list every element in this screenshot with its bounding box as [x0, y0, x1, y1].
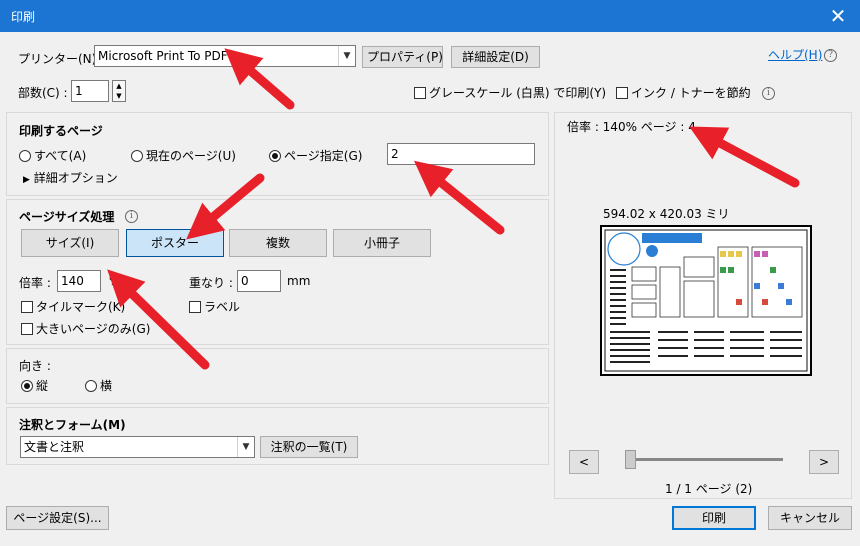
large-pages-label: 大きいページのみ(G) [36, 322, 151, 336]
pages-to-print-panel: 印刷するページ すべて(A) 現在のページ(U) ページ指定(G) 2 ▶ 詳細… [6, 112, 549, 196]
radio-icon [131, 150, 143, 162]
printer-select[interactable]: Microsoft Print To PDF ▼ [94, 45, 356, 67]
save-ink-label: インク / トナーを節約 [631, 86, 751, 100]
printer-label: プリンター(N) : [18, 52, 105, 66]
help-link[interactable]: ヘルプ(H) [768, 46, 822, 63]
booklet-button[interactable]: 小冊子 [333, 229, 431, 257]
radio-all-label: すべて(A) [34, 149, 87, 163]
pages-heading: 印刷するページ [19, 124, 103, 138]
print-button[interactable]: 印刷 [672, 506, 756, 530]
close-icon[interactable]: ✕ [824, 3, 852, 29]
radio-range-label: ページ指定(G) [284, 149, 363, 163]
radio-selected-icon [269, 150, 281, 162]
radio-current-page[interactable]: 現在のページ(U) [131, 147, 236, 164]
comments-select[interactable]: 文書と注釈 ▼ [20, 436, 255, 458]
radio-icon [19, 150, 31, 162]
radio-all[interactable]: すべて(A) [19, 147, 86, 164]
page-slider-track[interactable] [625, 458, 783, 461]
radio-selected-icon [21, 380, 33, 392]
checkbox-icon [21, 323, 33, 335]
next-page-button[interactable]: > [809, 450, 839, 474]
radio-icon [85, 380, 97, 392]
scale-unit: % [109, 274, 121, 288]
comments-select-value: 文書と注釈 [24, 440, 85, 454]
checkbox-icon [414, 87, 426, 99]
info-icon[interactable]: i [762, 84, 775, 100]
checkbox-icon [189, 301, 201, 313]
page-range-input[interactable]: 2 [387, 143, 535, 165]
save-ink-checkbox[interactable]: インク / トナーを節約 [616, 84, 751, 101]
stepper-up-icon[interactable]: ▲ [113, 81, 125, 91]
comments-heading: 注釈とフォーム(M) [19, 418, 126, 432]
orientation-heading: 向き : [19, 359, 51, 373]
preview-scale-info: 倍率 : 140% ページ : 4 [567, 120, 696, 134]
multiple-button[interactable]: 複数 [229, 229, 327, 257]
more-options-label: 詳細オプション [33, 171, 118, 185]
info-icon[interactable]: i [125, 207, 138, 223]
page-preview [600, 225, 812, 376]
comments-panel: 注釈とフォーム(M) 文書と注釈 ▼ 注釈の一覧(T) [6, 407, 549, 465]
title-bar: 印刷 ✕ [0, 0, 860, 32]
preview-panel: 倍率 : 140% ページ : 4 594.02 x 420.03 ミリ < >… [554, 112, 852, 499]
chevron-down-icon: ▼ [237, 437, 254, 457]
printer-select-value: Microsoft Print To PDF [98, 49, 228, 63]
page-sizing-panel: ページサイズ処理 i サイズ(I) ポスター 複数 小冊子 倍率 : 140 %… [6, 199, 549, 345]
floor-plan-thumbnail [604, 229, 808, 372]
advanced-button[interactable]: 詳細設定(D) [451, 46, 540, 68]
page-indicator: 1 / 1 ページ (2) [665, 482, 753, 496]
properties-button[interactable]: プロパティ(P) [362, 46, 443, 68]
page-sizing-heading: ページサイズ処理 [19, 210, 115, 224]
preview-dimensions: 594.02 x 420.03 ミリ [603, 207, 730, 221]
chevron-down-icon: ▼ [338, 46, 355, 66]
labels-label: ラベル [204, 300, 241, 314]
window-title: 印刷 [11, 10, 36, 24]
page-slider-thumb[interactable] [625, 450, 636, 469]
overlap-unit: mm [287, 274, 311, 288]
tile-marks-checkbox[interactable]: タイルマーク(K) [21, 298, 125, 315]
copies-input[interactable]: 1 [71, 80, 109, 102]
help-icon[interactable]: ? [824, 46, 837, 62]
large-pages-checkbox[interactable]: 大きいページのみ(G) [21, 320, 150, 337]
overlap-label: 重なり : [189, 276, 233, 290]
copies-label: 部数(C) : [18, 86, 68, 100]
more-options-toggle[interactable]: ▶ 詳細オプション [23, 169, 118, 186]
cancel-button[interactable]: キャンセル [768, 506, 852, 530]
radio-current-label: 現在のページ(U) [146, 149, 236, 163]
triangle-right-icon: ▶ [23, 175, 30, 185]
overlap-input[interactable]: 0 [237, 270, 281, 292]
comments-summary-button[interactable]: 注釈の一覧(T) [260, 436, 358, 458]
tile-marks-label: タイルマーク(K) [36, 300, 126, 314]
labels-checkbox[interactable]: ラベル [189, 298, 240, 315]
portrait-label: 縦 [36, 379, 49, 393]
radio-page-range[interactable]: ページ指定(G) [269, 147, 362, 164]
radio-portrait[interactable]: 縦 [21, 377, 48, 394]
scale-label: 倍率 : [19, 276, 51, 290]
checkbox-icon [616, 87, 628, 99]
grayscale-checkbox[interactable]: グレースケール (白黒) で印刷(Y) [414, 84, 606, 101]
landscape-label: 横 [100, 379, 113, 393]
grayscale-label: グレースケール (白黒) で印刷(Y) [429, 86, 607, 100]
poster-button[interactable]: ポスター [126, 229, 224, 257]
orientation-panel: 向き : 縦 横 [6, 348, 549, 404]
prev-page-button[interactable]: < [569, 450, 599, 474]
copies-stepper[interactable]: ▲ ▼ [112, 80, 126, 102]
scale-input[interactable]: 140 [57, 270, 101, 292]
size-button[interactable]: サイズ(I) [21, 229, 119, 257]
checkbox-icon [21, 301, 33, 313]
stepper-down-icon[interactable]: ▼ [113, 91, 125, 101]
radio-landscape[interactable]: 横 [85, 377, 112, 394]
page-setup-button[interactable]: ページ設定(S)... [6, 506, 109, 530]
